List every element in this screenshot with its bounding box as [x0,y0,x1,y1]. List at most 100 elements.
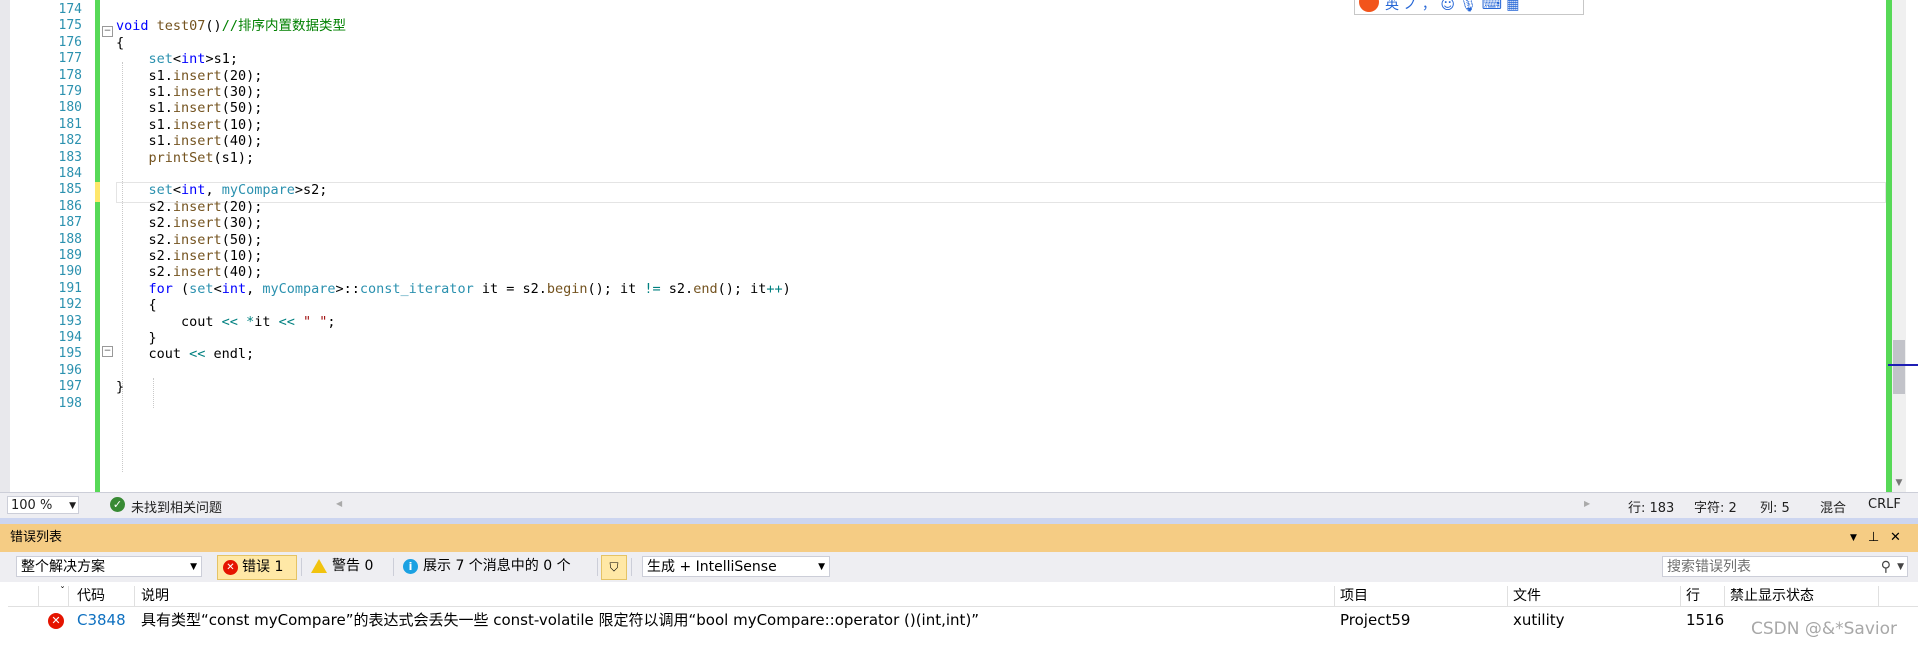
ime-toolbar-icons[interactable]: 英 ノ ， ☺ 🎙 ⌨ ▦ [1385,0,1520,14]
error-project: Project59 [1340,611,1411,629]
build-intellisense-select[interactable]: 生成 + IntelliSense ▼ [642,556,830,577]
warnings-label: 警告 0 [332,558,374,574]
code-token: (); it [717,280,767,297]
scope-select[interactable]: 整个解决方案 ▼ [16,556,202,577]
code-token: set [189,280,214,297]
vertical-scrollbar-thumb[interactable] [1893,340,1905,394]
filter-icon[interactable]: ⛉ [601,555,627,580]
line-number: 198 [58,395,82,411]
collapse-toggle-for-loop[interactable]: − [102,346,113,357]
code-token: " " [303,313,328,330]
vertical-scrollbar[interactable] [1892,0,1906,492]
window-position-dropdown-icon[interactable]: ▼ [1850,524,1857,552]
column-header-description[interactable]: 说明 [141,586,169,606]
error-icon: ✕ [48,613,64,629]
column-divider[interactable] [1334,586,1335,606]
warnings-filter-button[interactable]: 警告 0 [305,555,387,578]
code-editor[interactable]: 174 175 176 177 178 179 180 181 182 183 184 185 186 1… [0,0,1918,492]
code-token: end [693,280,718,297]
code-text-area[interactable]: void test07()//排序内置数据类型{ set<int>s1; s1.… [116,0,1876,492]
code-token: << [189,346,206,363]
ime-toolbar[interactable]: 英 ノ ， ☺ 🎙 ⌨ ▦ [1354,0,1584,15]
column-header-code[interactable]: 代码 [77,586,105,606]
code-token: ( [172,280,190,297]
char-indicator[interactable]: 字符: 2 [1694,497,1737,516]
code-token: printSet [116,149,214,166]
col-indicator[interactable]: 列: 5 [1760,497,1790,516]
error-description: 具有类型“const myCompare”的表达式会丢失一些 const-vol… [141,611,980,629]
messages-label: 展示 7 个消息中的 0 个 [423,558,571,574]
change-tracking-bar [95,0,100,492]
column-divider[interactable] [1878,586,1879,606]
column-divider[interactable] [68,586,69,606]
code-token: begin [546,280,588,297]
code-token: //排序内置数据类型 [221,18,346,35]
error-list-title-bar[interactable]: 错误列表 ▼ ⊥ ✕ [0,524,1918,552]
search-icon[interactable]: ⚲ [1881,557,1891,578]
column-divider[interactable] [1507,586,1508,606]
line-indicator[interactable]: 行: 183 [1628,497,1674,516]
column-header-suppression[interactable]: 禁止显示状态 [1730,586,1814,606]
code-token: cout [116,346,190,363]
code-token: ; [327,313,336,330]
pin-icon[interactable]: ⊥ [1868,524,1879,552]
error-list-toolbar: 整个解决方案 ▼ ✕ 错误 1 警告 0 i 展示 7 个消息中的 0 个 ⛉ 生成 … [0,552,1918,582]
column-divider[interactable] [1724,586,1725,606]
scroll-left-arrow-icon[interactable]: ◀ [336,499,342,508]
error-file: xutility [1513,611,1565,629]
column-header-file[interactable]: 文件 [1513,586,1541,606]
code-token: << [221,313,238,330]
code-token: (); it [587,280,645,297]
zoom-select[interactable]: 100 % ▼ [7,496,79,514]
code-token: < [213,280,222,297]
code-token: const_iterator [359,280,474,297]
errors-filter-button[interactable]: ✕ 错误 1 [217,555,297,580]
grid-header: ˇ 代码 说明 项目 文件 行 禁止显示状态 [8,586,1918,607]
code-line[interactable]: cout << endl; [116,344,255,364]
code-token: test07 [148,18,206,35]
code-line[interactable]: } [116,377,124,397]
scope-value: 整个解决方案 [21,559,105,575]
scroll-right-arrow-icon[interactable]: ▶ [1584,499,1590,508]
watermark: CSDN @&*Savior [1751,619,1898,639]
chevron-down-icon: ▼ [190,562,197,572]
line-ending-indicator[interactable]: CRLF [1868,497,1901,512]
column-divider[interactable] [38,586,39,606]
panel-title: 错误列表 [10,530,63,545]
close-icon[interactable]: ✕ [1890,524,1901,552]
editor-left-margin [0,0,10,492]
warning-icon [311,559,327,573]
messages-filter-button[interactable]: i 展示 7 个消息中的 0 个 [397,555,593,578]
chevron-down-icon: ▼ [69,501,76,511]
code-token: >:: [335,280,360,297]
scroll-down-arrow-icon[interactable]: ▼ [1892,476,1906,490]
issues-status-text[interactable]: 未找到相关问题 [131,497,222,516]
column-divider[interactable] [1680,586,1681,606]
error-code-link[interactable]: C3848 [77,608,126,633]
chevron-down-icon[interactable]: ▼ [1897,557,1904,578]
toolbar-separator [631,558,632,576]
tab-mode-indicator[interactable]: 混合 [1820,497,1846,516]
search-input[interactable]: 搜索错误列表 ⚲ ▼ [1662,556,1908,577]
column-divider[interactable] [134,586,135,606]
zoom-value: 100 % [11,498,53,513]
toolbar-separator [393,558,394,576]
line-number-gutter: 174 175 176 177 178 179 180 181 182 183 184 185 186 1… [22,0,82,492]
code-token: ) [782,280,791,297]
table-row[interactable]: ✕ C3848 具有类型“const myCompare”的表达式会丢失一些 c… [8,608,1918,633]
code-token: , [246,280,263,297]
column-header-line[interactable]: 行 [1686,586,1700,606]
code-token: endl; [205,346,255,363]
collapse-toggle-function[interactable]: − [102,26,113,37]
code-token: * [246,313,255,330]
code-line[interactable]: void test07()//排序内置数据类型 [116,16,346,36]
column-header-project[interactable]: 项目 [1340,586,1368,606]
check-circle-icon: ✓ [110,497,125,512]
search-placeholder: 搜索错误列表 [1667,559,1751,575]
toolbar-separator [597,558,598,576]
code-line[interactable]: printSet(s1); [116,148,255,168]
scrollbar-caret-marker [1888,364,1918,366]
code-line[interactable]: for (set<int, myCompare>::const_iterator… [116,279,791,299]
chevron-down-icon: ▼ [818,562,825,572]
